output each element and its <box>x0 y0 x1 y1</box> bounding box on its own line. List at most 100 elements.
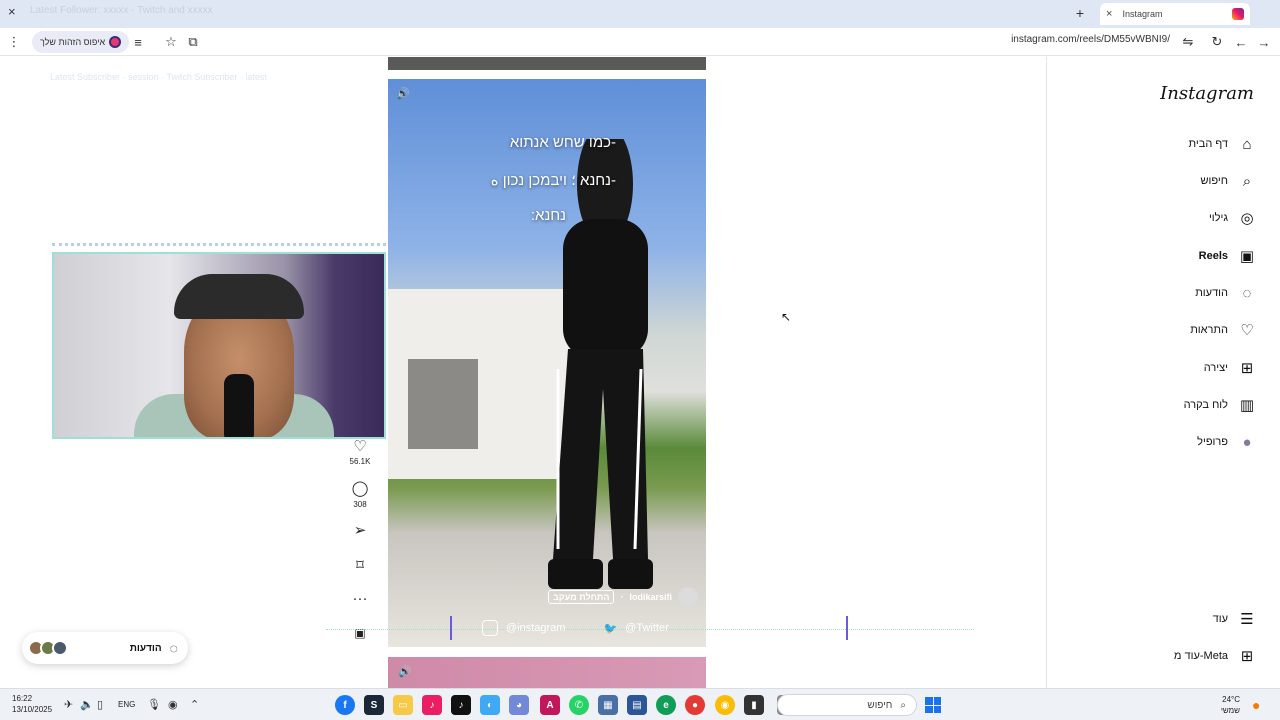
start-tile <box>925 697 933 705</box>
app-icon[interactable]: ▤ <box>627 695 647 715</box>
webcam-cap <box>174 274 304 319</box>
share-send-icon[interactable]: ➢ <box>350 521 370 539</box>
site-settings-icon[interactable]: ⇋ <box>1176 28 1200 56</box>
wifi-icon[interactable]: ✈ <box>64 698 73 711</box>
clock-date: 13/10/2025 <box>12 705 53 714</box>
mute-icon[interactable]: 🔊 <box>396 87 414 105</box>
whatsapp-app-icon[interactable]: ✆ <box>569 695 589 715</box>
weather-widget[interactable]: 24°C שמשי <box>1221 694 1240 716</box>
file-explorer-icon[interactable]: ▭ <box>393 695 413 715</box>
edge-app-icon[interactable]: e <box>656 695 676 715</box>
nav-profile[interactable]: פרופיל ● <box>1197 428 1256 456</box>
nav-dashboard[interactable]: לוח בקרה ▥ <box>1184 391 1256 419</box>
home-icon: ⌂ <box>1242 135 1252 153</box>
bookmark-star-icon[interactable]: ☆ <box>159 28 183 56</box>
stream-social-bar: @instagram 🐦 @Twitter <box>450 616 848 640</box>
facebook-app-icon[interactable]: f <box>335 695 355 715</box>
reel-video[interactable]: 🔊 -כמו שחש אנתוא -נחנא ؛ ויבמכן נכון ه נ… <box>388 79 706 647</box>
follow-button[interactable]: התחלת מעקב <box>548 590 615 604</box>
nav-messages-label: הודעות <box>1195 287 1228 299</box>
message-avatars <box>28 640 68 656</box>
tab-title: Instagram <box>1122 9 1163 19</box>
more-options-icon[interactable]: ··· <box>350 590 370 607</box>
nav-profile-label: פרופיל <box>1197 436 1228 448</box>
previous-reel-strip <box>388 57 706 70</box>
author-avatar[interactable] <box>678 587 698 607</box>
menu-kebab-icon[interactable]: ⋮ <box>2 28 26 56</box>
nav-explore-label: גילוי <box>1208 212 1228 224</box>
battery-icon[interactable]: ▯ <box>97 698 103 711</box>
like-count: 56.1K <box>349 457 371 466</box>
comment-count: 308 <box>353 500 367 509</box>
app-icon[interactable]: ♪ <box>422 695 442 715</box>
save-bookmark-icon[interactable]: ⌑ <box>350 556 370 574</box>
heart-icon: ♡ <box>1240 322 1254 339</box>
reel-subtitle-line-2: -נחנא ؛ ויבמכן נכון ه <box>490 172 616 189</box>
start-tile <box>933 697 941 705</box>
tray-app-icon[interactable]: ◉ <box>168 698 178 711</box>
like-heart-icon[interactable]: ♡ <box>350 437 370 455</box>
input-language[interactable]: ENG <box>118 700 135 709</box>
messages-floating-button[interactable]: הודעות ◌ <box>22 632 188 664</box>
nav-reels[interactable]: Reels ▣ <box>1199 242 1256 270</box>
chrome-app-icon[interactable]: ◉ <box>715 695 735 715</box>
taskbar-search[interactable]: חיפוש ⌕ <box>777 694 917 716</box>
reel-subtitle-line-1: -כמו שחש אנתוא <box>509 134 616 151</box>
search-label: חיפוש <box>867 699 893 711</box>
dashboard-icon: ▥ <box>1239 397 1255 414</box>
nav-notifications[interactable]: התראות ♡ <box>1190 316 1256 344</box>
webcam-frame-decoration <box>52 243 386 249</box>
start-button-icon[interactable] <box>925 697 941 713</box>
address-bar[interactable]: instagram.com/reels/DM55vWBNI9/ <box>1011 34 1170 45</box>
browser-toolbar: ⋮ איפוס הזהות שלך ≡ ☆ ⧉ instagram.com/re… <box>0 28 1280 56</box>
webcam-overlay <box>52 252 386 439</box>
discord-app-icon[interactable]: ◕ <box>509 695 529 715</box>
nav-reels-label: Reels <box>1198 250 1228 262</box>
chevron-up-icon[interactable]: ⌃ <box>190 698 199 711</box>
back-icon[interactable]: ← <box>1229 28 1253 56</box>
app-icon[interactable]: ◐ <box>480 695 500 715</box>
calculator-app-icon[interactable]: ▦ <box>598 695 618 715</box>
nav-explore[interactable]: גילוי ◎ <box>1209 204 1256 232</box>
steam-app-icon[interactable]: S <box>364 695 384 715</box>
next-reel-preview[interactable]: 🔊 <box>388 657 706 688</box>
reel-username[interactable]: lodikarsifi <box>629 592 672 602</box>
nav-dashboard-label: לוח בקרה <box>1183 399 1228 411</box>
instagram-logo[interactable]: Instagram <box>1160 83 1254 104</box>
mic-icon[interactable]: 🎙 <box>147 698 161 711</box>
close-window-icon[interactable]: × <box>8 4 16 19</box>
reading-list-icon[interactable]: ≡ <box>126 28 150 56</box>
nav-home-label: דף הבית <box>1188 138 1228 150</box>
app-icon[interactable]: ● <box>685 695 705 715</box>
browser-tab-instagram[interactable]: × Instagram <box>1100 3 1250 25</box>
reload-icon[interactable]: ↻ <box>1205 28 1229 56</box>
separator: · <box>620 592 624 602</box>
new-tab-button[interactable]: + <box>1070 3 1090 23</box>
search-icon: ⌕ <box>1242 172 1252 190</box>
nav-messages[interactable]: הודעות ◌ <box>1195 279 1256 307</box>
windows-taskbar: 16:22 13/10/2025 ✈ 🔈 ▯ ENG 🎙 ◉ ⌃ f S ▭ ♪… <box>0 688 1280 720</box>
identity-reset-button[interactable]: איפוס הזהות שלך <box>32 31 130 53</box>
reel-scene-window <box>408 359 478 449</box>
volume-icon[interactable]: 🔈 <box>80 698 94 711</box>
terminal-app-icon[interactable]: ▮ <box>744 695 764 715</box>
nav-notifications-label: התראות <box>1190 324 1228 336</box>
nav-more[interactable]: עוד ☰ <box>1213 605 1256 633</box>
nav-home[interactable]: דף הבית ⌂ <box>1189 130 1256 158</box>
tiktok-app-icon[interactable]: ♪ <box>451 695 471 715</box>
install-app-icon[interactable]: ⧉ <box>181 28 205 56</box>
nav-search[interactable]: חיפוש ⌕ <box>1201 167 1256 195</box>
reel-author[interactable]: התחלת מעקב · lodikarsifi <box>548 587 698 607</box>
reel-subtitle-line-3: נחנא: <box>530 207 566 224</box>
app-icon[interactable]: A <box>540 695 560 715</box>
nav-create[interactable]: יצירה ⊞ <box>1204 354 1256 382</box>
mute-icon-next[interactable]: 🔊 <box>398 665 412 678</box>
comment-icon[interactable]: ◯ <box>350 479 370 497</box>
forward-icon[interactable]: → <box>1252 28 1276 56</box>
system-clock[interactable]: 16:22 13/10/2025 <box>12 693 52 715</box>
instagram-sidebar: Instagram דף הבית ⌂ חיפוש ⌕ גילוי ◎ Reel… <box>1046 57 1280 688</box>
avatar <box>52 640 68 656</box>
nav-more-from-meta[interactable]: עוד מ-Meta ⊞ <box>1174 642 1256 670</box>
tab-close-icon[interactable]: × <box>1106 8 1112 20</box>
browser-tab-bar: × Latest Follower: xxxxx · Twitch and xx… <box>0 0 1280 28</box>
